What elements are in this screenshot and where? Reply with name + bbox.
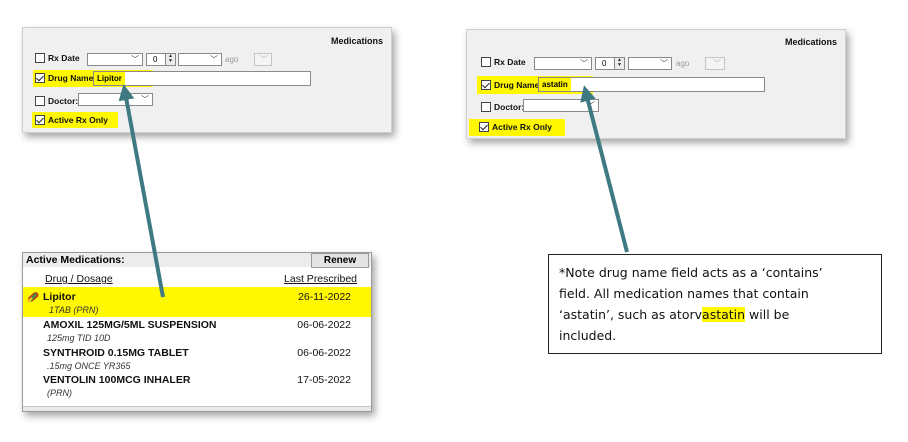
annotation-arrows (118, 84, 629, 298)
arrow-astatin (580, 85, 629, 253)
arrow-lipitor (118, 84, 165, 298)
